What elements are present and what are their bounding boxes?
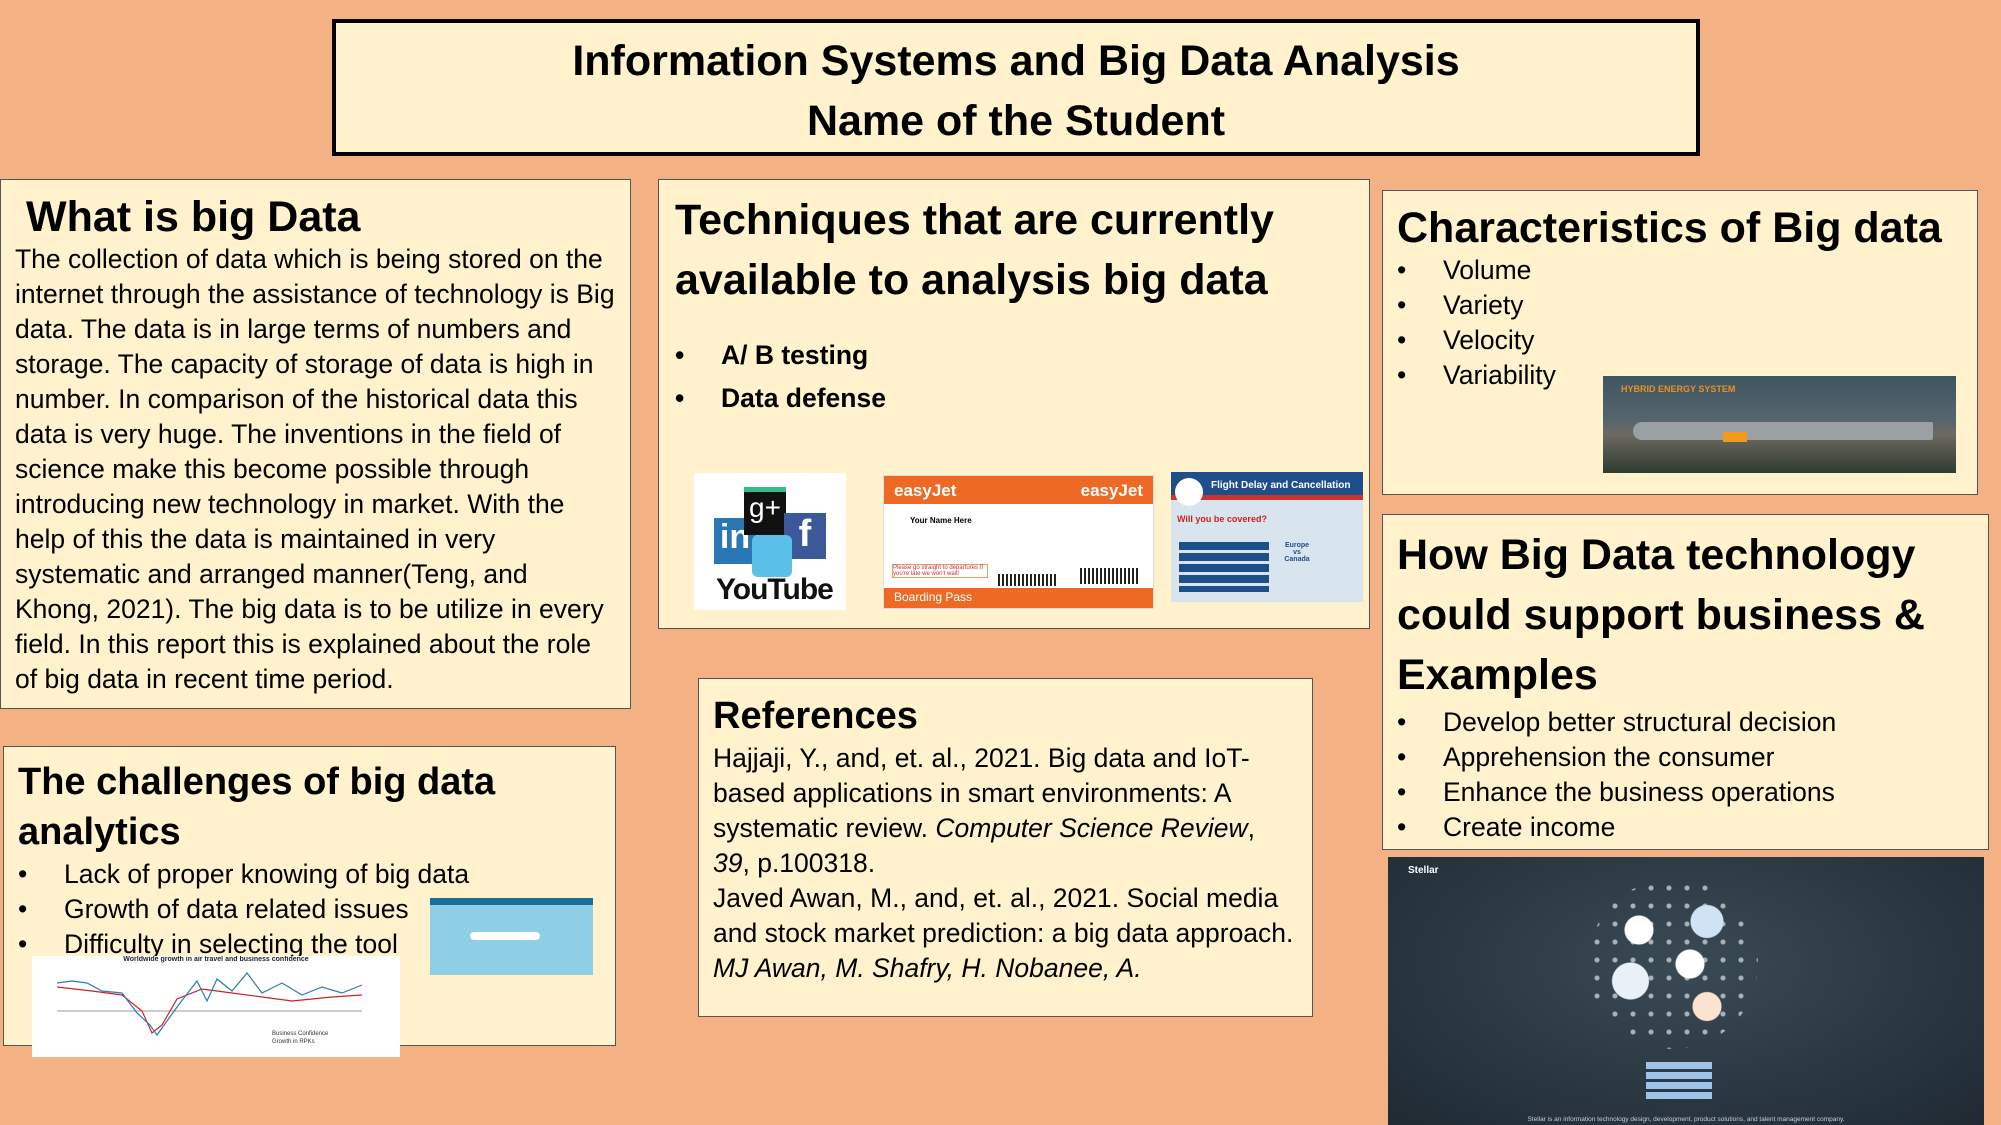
list-item: Develop better structural decision — [1397, 705, 1974, 740]
what-is-panel: What is big Data The collection of data … — [0, 179, 631, 709]
title-line2: Name of the Student — [806, 97, 1226, 145]
chart-title: Worldwide growth in air travel and busin… — [123, 956, 309, 963]
chart-lines: Business Confidence Growth in RPKs — [56, 972, 363, 1045]
flight-delay-compare: Europe vs Canada — [1284, 542, 1310, 563]
business-confidence-line — [56, 986, 363, 1034]
list-item: Variety — [1397, 288, 1963, 323]
barcode — [1080, 568, 1140, 584]
bulb-base — [1646, 1062, 1712, 1102]
passenger-name: Your Name Here — [910, 516, 972, 525]
techniques-list: A/ B testing Data defense — [675, 334, 1353, 420]
hybrid-energy-label: HYBRID ENERGY SYSTEM — [1621, 384, 1736, 394]
characteristics-heading: Characteristics of Big data — [1397, 204, 1942, 252]
characteristics-list: Volume Variety Velocity Variability — [1397, 253, 1963, 393]
hybrid-energy-image: HYBRID ENERGY SYSTEM — [1603, 376, 1956, 473]
bulb-gears — [1588, 879, 1758, 1049]
google-plus-icon: g+ — [744, 487, 786, 535]
boarding-pass-image: easyJet easyJet Your Name Here Please go… — [883, 475, 1154, 609]
list-item: A/ B testing — [675, 334, 1353, 377]
how-panel: How Big Data technology could support bu… — [1382, 514, 1989, 850]
what-is-body: The collection of data which is being st… — [15, 244, 615, 694]
how-list: Develop better structural decision Appre… — [1397, 705, 1974, 845]
twitter-icon — [752, 535, 792, 577]
lightbulb-gears-image: Stellar Stellar is an information techno… — [1388, 857, 1984, 1125]
flight-delay-image: Flight Delay and Cancellation Will you b… — [1171, 472, 1363, 602]
easyjet-logo: easyJet — [1080, 481, 1143, 500]
boarding-note: Please go straight to departures If you'… — [892, 564, 988, 578]
references-panel: References Hajjaji, Y., and, et. al., 20… — [698, 678, 1313, 1017]
list-item: Volume — [1397, 253, 1963, 288]
barcode — [998, 574, 1058, 586]
rpk-growth-line — [56, 972, 363, 1037]
list-item: Lack of proper knowing of big data — [18, 857, 601, 892]
list-item: Create income — [1397, 810, 1974, 845]
list-item: Velocity — [1397, 323, 1963, 358]
air-travel-chart-image: Worldwide growth in air travel and busin… — [32, 956, 400, 1057]
flight-delay-question: Will you be covered? — [1177, 514, 1267, 524]
youtube-icon: YouTube — [716, 573, 834, 606]
title-line1: Information Systems and Big Data Analysi… — [572, 37, 1460, 85]
legend-rpk-growth: Growth in RPKs — [272, 1039, 315, 1045]
reference-2: Javed Awan, M., and, et. al., 2021. Soci… — [713, 883, 1294, 983]
bulb-caption: Stellar is an information technology des… — [1527, 1116, 1845, 1123]
reference-1: Hajjaji, Y., and, et. al., 2021. Big dat… — [713, 743, 1255, 878]
title-box: Information Systems and Big Data Analysi… — [332, 19, 1700, 156]
techniques-heading: Techniques that are currently available … — [675, 196, 1274, 304]
list-item: Apprehension the consumer — [1397, 740, 1974, 775]
legend-business-confidence: Business Confidence — [272, 1031, 329, 1037]
list-item: Enhance the business operations — [1397, 775, 1974, 810]
airplane-infographic-image — [430, 898, 593, 975]
easyjet-logo: easyJet — [894, 481, 957, 500]
stellar-logo: Stellar — [1408, 865, 1439, 876]
how-heading: How Big Data technology could support bu… — [1397, 531, 1925, 699]
list-item: Data defense — [675, 377, 1353, 420]
social-media-image: in g+ f YouTube — [694, 473, 846, 610]
challenges-heading: The challenges of big data analytics — [18, 761, 496, 853]
references-heading: References — [713, 695, 918, 737]
boarding-pass-label: Boarding Pass — [884, 588, 1153, 608]
what-is-heading: What is big Data — [26, 193, 361, 241]
